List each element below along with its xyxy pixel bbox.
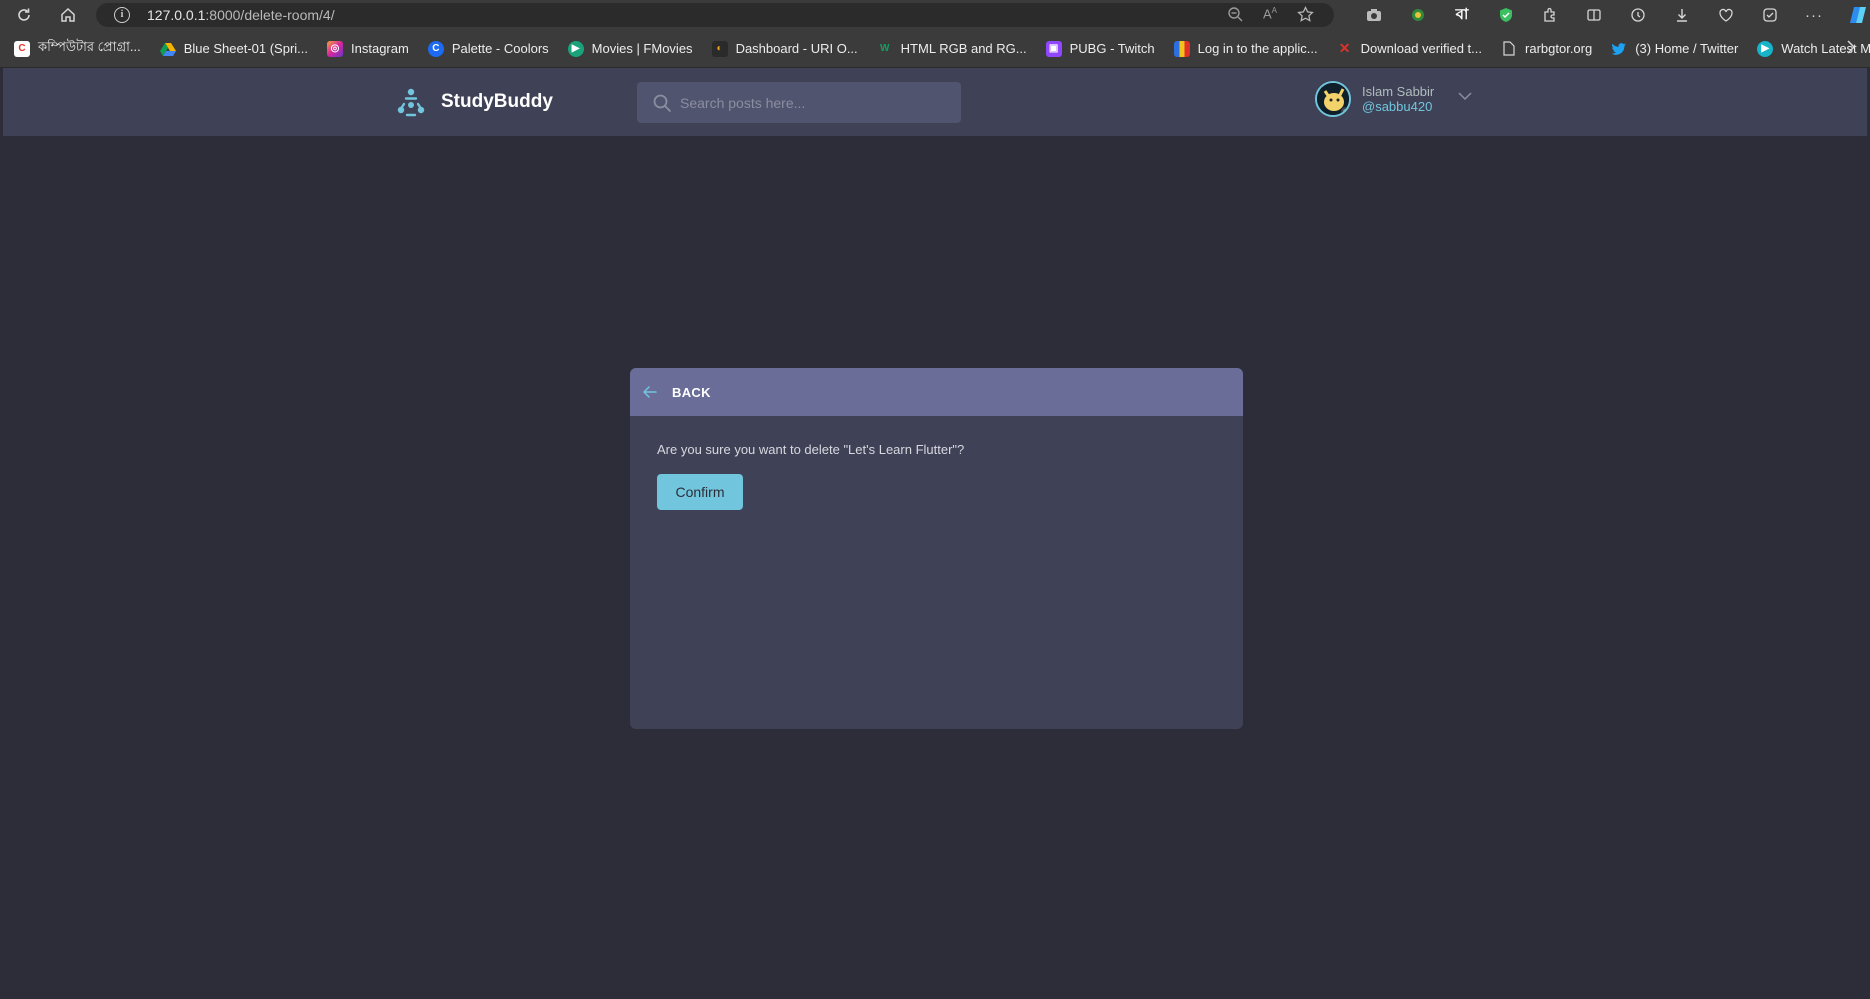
bangla-keyboard-icon[interactable]: বা bbox=[1440, 0, 1484, 30]
watch-movie-icon: ▶ bbox=[1757, 40, 1774, 57]
app-page: StudyBuddy Islam Sabbir @sabbu420 BACK bbox=[3, 68, 1867, 999]
app-login-icon bbox=[1173, 40, 1190, 57]
extension-globe-icon[interactable] bbox=[1396, 0, 1440, 30]
bookmark-item[interactable]: ▣ PUBG - Twitch bbox=[1045, 40, 1155, 57]
avatar[interactable] bbox=[1315, 81, 1351, 117]
twitter-icon bbox=[1611, 41, 1627, 57]
browser-essentials-icon[interactable] bbox=[1704, 0, 1748, 30]
zoom-out-icon[interactable] bbox=[1227, 6, 1243, 28]
favorite-star-icon[interactable] bbox=[1297, 5, 1314, 28]
site-info-icon[interactable]: i bbox=[114, 7, 130, 23]
shield-icon[interactable] bbox=[1484, 0, 1528, 30]
chevron-down-icon[interactable] bbox=[1458, 88, 1472, 106]
bookmark-item[interactable]: Blue Sheet-01 (Spri... bbox=[159, 41, 308, 57]
address-bar[interactable]: i 127.0.0.1:8000/delete-room/4/ AA bbox=[96, 3, 1334, 27]
studybuddy-logo-icon bbox=[397, 88, 425, 117]
bookmark-item[interactable]: C কম্পিউটার প্রোগ্রা... bbox=[14, 38, 141, 59]
url-text[interactable]: 127.0.0.1:8000/delete-room/4/ bbox=[147, 7, 335, 23]
arrow-left-icon bbox=[643, 386, 657, 398]
downloads-icon[interactable] bbox=[1660, 0, 1704, 30]
download-x-icon: ✕ bbox=[1338, 40, 1351, 56]
bookmark-item[interactable]: ▶ Movies | FMovies bbox=[567, 40, 693, 57]
extensions-puzzle-icon[interactable] bbox=[1528, 0, 1572, 30]
browser-toolbar: i 127.0.0.1:8000/delete-room/4/ AA বা ··… bbox=[0, 0, 1870, 30]
more-menu-icon[interactable]: ··· bbox=[1792, 0, 1836, 30]
page-icon bbox=[1501, 41, 1517, 57]
read-aloud-icon[interactable]: AA bbox=[1263, 6, 1277, 28]
user-menu[interactable]: Islam Sabbir @sabbu420 bbox=[1315, 81, 1472, 117]
brand-logo[interactable]: StudyBuddy bbox=[395, 86, 553, 118]
coolors-icon: C bbox=[427, 40, 444, 57]
screenshot-icon[interactable] bbox=[1352, 0, 1396, 30]
bookmark-item[interactable]: ✕ Download verified t... bbox=[1337, 40, 1482, 57]
split-screen-icon[interactable] bbox=[1572, 0, 1616, 30]
online-status-dot bbox=[1341, 107, 1349, 115]
search-icon bbox=[653, 94, 671, 112]
chevron-right-icon[interactable] bbox=[1846, 40, 1856, 59]
delete-confirmation-text: Are you sure you want to delete "Let's L… bbox=[657, 442, 965, 457]
bookmark-item[interactable]: C Palette - Coolors bbox=[427, 40, 549, 57]
bookmark-item[interactable]: W HTML RGB and RG... bbox=[877, 41, 1027, 57]
user-name[interactable]: Islam Sabbir bbox=[1362, 84, 1434, 99]
bookmarks-bar: C কম্পিউটার প্রোগ্রা... Blue Sheet-01 (Sp… bbox=[0, 30, 1870, 68]
search-input[interactable] bbox=[680, 94, 950, 111]
search-bar[interactable] bbox=[637, 82, 961, 123]
bookmark-item[interactable]: ◎ Instagram bbox=[327, 40, 409, 57]
performance-icon[interactable] bbox=[1748, 0, 1792, 30]
confirm-button[interactable]: Confirm bbox=[657, 474, 743, 510]
bookmark-favicon: C bbox=[14, 40, 30, 57]
uri-online-icon: ◐ bbox=[711, 40, 728, 57]
dialog-body: Are you sure you want to delete "Let's L… bbox=[630, 416, 1243, 510]
dialog-header: BACK bbox=[630, 368, 1243, 416]
home-icon[interactable] bbox=[56, 3, 80, 27]
instagram-icon: ◎ bbox=[327, 40, 344, 57]
bookmark-item[interactable]: ◐ Dashboard - URI O... bbox=[711, 40, 858, 57]
history-icon[interactable] bbox=[1616, 0, 1660, 30]
reload-icon[interactable] bbox=[12, 3, 36, 27]
copilot-icon[interactable] bbox=[1836, 0, 1870, 30]
bookmark-item[interactable]: (3) Home / Twitter bbox=[1611, 41, 1738, 57]
twitch-icon: ▣ bbox=[1045, 40, 1062, 57]
bookmark-item[interactable]: Log in to the applic... bbox=[1173, 40, 1318, 57]
drive-icon bbox=[159, 41, 176, 57]
w3-icon: W bbox=[879, 43, 890, 54]
bookmark-item[interactable]: rarbgtor.org bbox=[1501, 41, 1592, 57]
back-link[interactable]: BACK bbox=[642, 384, 711, 400]
delete-room-dialog: BACK Are you sure you want to delete "Le… bbox=[630, 368, 1243, 729]
brand-name[interactable]: StudyBuddy bbox=[441, 91, 553, 113]
app-header: StudyBuddy Islam Sabbir @sabbu420 bbox=[3, 68, 1867, 136]
back-label[interactable]: BACK bbox=[672, 385, 711, 400]
user-handle[interactable]: @sabbu420 bbox=[1362, 99, 1434, 114]
fmovies-icon: ▶ bbox=[567, 40, 584, 57]
